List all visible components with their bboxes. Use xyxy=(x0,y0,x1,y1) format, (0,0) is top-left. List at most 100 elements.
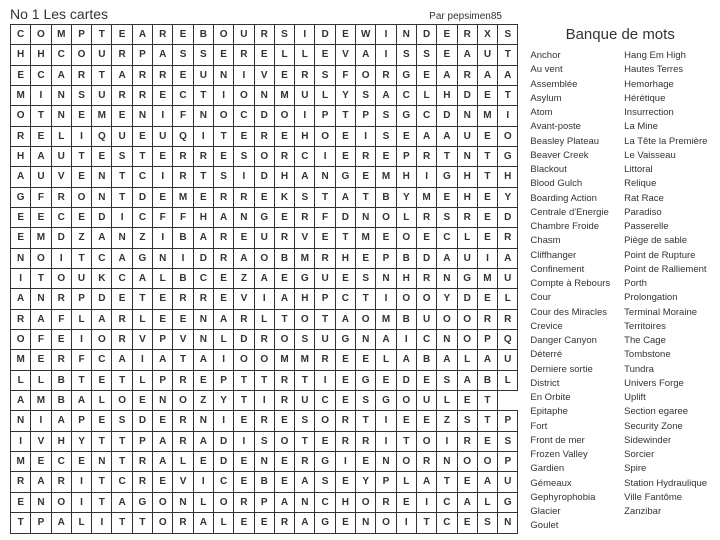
grid-cell: O xyxy=(295,309,315,329)
grid-cell: W xyxy=(356,25,376,45)
grid-cell: I xyxy=(132,350,152,370)
grid-cell: E xyxy=(11,492,31,512)
grid-cell: F xyxy=(173,106,193,126)
grid-cell: C xyxy=(112,268,132,288)
grid-cell: A xyxy=(213,207,233,227)
grid-cell: O xyxy=(71,187,91,207)
grid-cell: V xyxy=(173,472,193,492)
grid-cell: I xyxy=(92,512,112,533)
grid-cell: N xyxy=(112,228,132,248)
grid-cell: S xyxy=(193,45,213,65)
word-search-grid: COMPTEAREBOURSIDEWINDERXSHHCOURPASSERELL… xyxy=(10,24,518,534)
grid-cell: L xyxy=(498,370,518,390)
grid-cell: K xyxy=(274,187,294,207)
grid-cell: E xyxy=(274,126,294,146)
grid-cell: U xyxy=(31,167,51,187)
grid-cell: Y xyxy=(213,390,233,410)
grid-cell: I xyxy=(71,126,91,146)
grid-cell: I xyxy=(416,492,436,512)
grid-cell: A xyxy=(193,512,213,533)
grid-cell: D xyxy=(132,411,152,431)
grid-cell: A xyxy=(112,350,132,370)
grid-cell: R xyxy=(274,146,294,166)
grid-cell: L xyxy=(477,492,497,512)
grid-cell: S xyxy=(234,146,254,166)
grid-cell: R xyxy=(173,411,193,431)
grid-cell: R xyxy=(173,512,193,533)
grid-cell: C xyxy=(416,106,436,126)
grid-cell: E xyxy=(71,451,91,471)
grid-cell: S xyxy=(376,106,396,126)
grid-cell: R xyxy=(51,289,71,309)
grid-cell: D xyxy=(416,25,436,45)
grid-cell: L xyxy=(437,390,457,410)
grid-cell: S xyxy=(356,85,376,105)
grid-cell: I xyxy=(71,492,91,512)
grid-cell: F xyxy=(51,309,71,329)
grid-cell: O xyxy=(213,492,233,512)
grid-cell: T xyxy=(274,309,294,329)
grid-cell: P xyxy=(254,492,274,512)
grid-cell: U xyxy=(416,309,436,329)
grid-cell: A xyxy=(153,350,173,370)
grid-cell: A xyxy=(457,45,477,65)
grid-cell: T xyxy=(92,472,112,492)
grid-cell: P xyxy=(477,329,497,349)
grid-cell: G xyxy=(295,268,315,288)
grid-cell: R xyxy=(457,431,477,451)
grid-cell: E xyxy=(315,45,335,65)
grid-cell: R xyxy=(356,431,376,451)
grid-cell: E xyxy=(193,370,213,390)
grid-cell: D xyxy=(234,329,254,349)
grid-cell: N xyxy=(51,106,71,126)
grid-cell: I xyxy=(498,106,518,126)
grid-cell: I xyxy=(11,268,31,288)
grid-cell: A xyxy=(11,167,31,187)
grid-cell: L xyxy=(396,207,416,227)
word-item: District xyxy=(530,377,610,391)
grid-cell: O xyxy=(254,350,274,370)
grid-cell: P xyxy=(132,45,152,65)
grid-cell: A xyxy=(51,65,71,85)
grid-cell: R xyxy=(376,492,396,512)
grid-cell: E xyxy=(335,268,355,288)
grid-cell: E xyxy=(234,126,254,146)
grid-cell: E xyxy=(153,187,173,207)
grid-cell: I xyxy=(254,390,274,410)
word-item: Spire xyxy=(624,462,707,476)
grid-cell: C xyxy=(11,25,31,45)
grid-cell: N xyxy=(92,451,112,471)
grid-cell: D xyxy=(254,167,274,187)
grid-cell: Z xyxy=(132,228,152,248)
grid-cell: N xyxy=(213,65,233,85)
grid-cell: D xyxy=(457,85,477,105)
grid-cell: M xyxy=(295,248,315,268)
word-item: Cour des Miracles xyxy=(530,306,610,320)
grid-cell: O xyxy=(457,451,477,471)
grid-cell: R xyxy=(51,472,71,492)
grid-cell: M xyxy=(92,106,112,126)
word-item: Gephyrophobia xyxy=(530,491,610,505)
grid-cell: I xyxy=(254,289,274,309)
grid-cell: L xyxy=(132,309,152,329)
grid-cell: N xyxy=(193,329,213,349)
grid-cell: N xyxy=(437,329,457,349)
grid-cell: E xyxy=(193,187,213,207)
grid-cell: V xyxy=(31,431,51,451)
grid-cell: I xyxy=(356,126,376,146)
grid-cell: M xyxy=(11,451,31,471)
grid-cell: S xyxy=(315,65,335,85)
grid-cell: T xyxy=(92,25,112,45)
grid-cell: F xyxy=(315,207,335,227)
grid-cell: I xyxy=(173,248,193,268)
grid-cell: O xyxy=(213,25,233,45)
grid-cell: S xyxy=(295,329,315,349)
grid-cell: G xyxy=(437,167,457,187)
grid-cell: S xyxy=(173,45,193,65)
grid-cell: L xyxy=(498,289,518,309)
grid-cell: A xyxy=(31,472,51,492)
grid-cell: C xyxy=(92,248,112,268)
grid-cell: I xyxy=(477,248,497,268)
grid-cell: A xyxy=(498,248,518,268)
grid-cell: P xyxy=(153,370,173,390)
